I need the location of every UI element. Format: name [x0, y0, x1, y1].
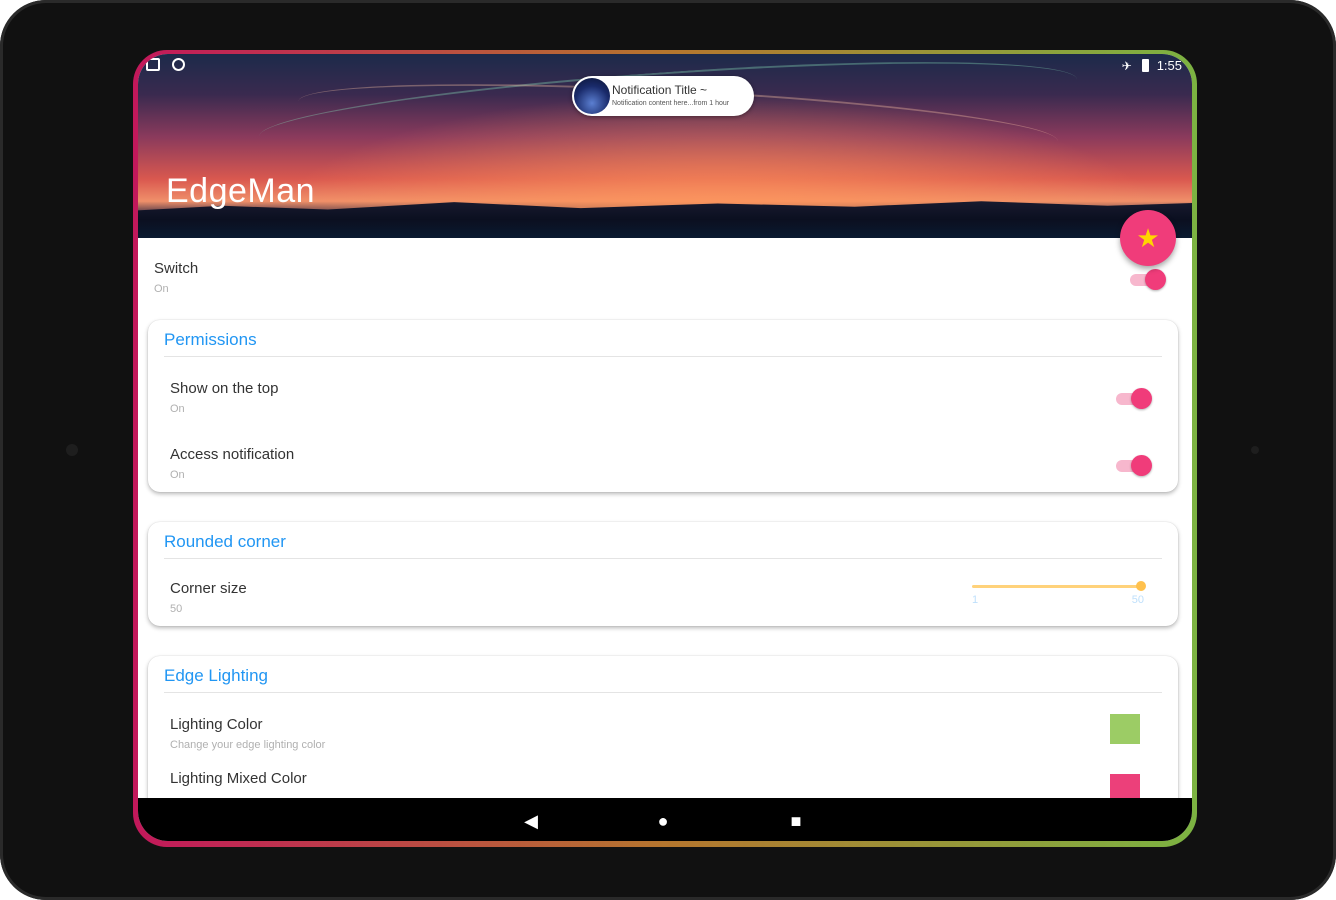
item-title: Access notification — [170, 446, 295, 463]
message-icon — [146, 58, 160, 71]
slider-min-label: 1 — [972, 594, 979, 606]
recents-button[interactable]: ■ — [785, 810, 807, 832]
settings-content: Switch On Permissions Show on the top On — [138, 238, 1192, 836]
toggle-thumb — [1131, 455, 1152, 476]
item-title: Lighting Color — [170, 716, 263, 733]
camera-sensor — [66, 444, 78, 456]
lighting-color-swatch[interactable] — [1110, 714, 1140, 744]
item-subtitle: Change your edge lighting color — [170, 739, 326, 751]
device-screen: EdgeMan ✈ 1:55 Notification Title ~ Noti… — [138, 54, 1192, 841]
back-icon: ◀ — [524, 811, 538, 831]
toggle-thumb — [1131, 388, 1152, 409]
edge-lighting-header: Edge Lighting — [164, 666, 268, 685]
show-on-top-row[interactable]: Show on the top On — [170, 380, 278, 415]
item-subtitle: On — [170, 469, 185, 481]
lighting-mixed-color-row[interactable]: Lighting Mixed Color — [170, 770, 307, 787]
rounded-corner-card: Rounded corner Corner size 50 1 50 — [148, 522, 1178, 626]
divider — [164, 356, 1162, 357]
item-title: Lighting Mixed Color — [170, 770, 307, 787]
home-button[interactable]: ● — [652, 810, 674, 832]
notification-avatar — [574, 78, 610, 114]
slider-knob[interactable] — [1136, 581, 1146, 591]
slider-max-label: 50 — [1131, 594, 1144, 606]
item-subtitle: 50 — [170, 603, 183, 615]
access-notification-row[interactable]: Access notification On — [170, 446, 294, 481]
airplane-icon: ✈ — [1121, 58, 1132, 73]
notification-body: Notification content here...from 1 hour — [612, 100, 730, 107]
home-icon: ● — [657, 811, 669, 831]
master-switch-toggle[interactable] — [1130, 269, 1166, 290]
rounded-corner-header: Rounded corner — [164, 532, 286, 551]
lighting-color-row[interactable]: Lighting Color Change your edge lighting… — [170, 716, 325, 751]
sync-icon — [172, 58, 185, 71]
permissions-card: Permissions Show on the top On Access no… — [148, 320, 1178, 492]
switch-title: Switch — [154, 260, 199, 277]
notification-title: Notification Title ~ — [612, 83, 708, 97]
access-notification-toggle[interactable] — [1116, 455, 1152, 476]
tablet-frame: EdgeMan ✈ 1:55 Notification Title ~ Noti… — [0, 0, 1336, 900]
back-button[interactable]: ◀ — [520, 810, 542, 832]
show-on-top-toggle[interactable] — [1116, 388, 1152, 409]
item-title: Show on the top — [170, 380, 279, 397]
slider-rail — [972, 585, 1140, 588]
divider — [164, 692, 1162, 693]
toggle-thumb — [1145, 269, 1166, 290]
switch-subtitle: On — [154, 283, 169, 295]
item-subtitle: On — [170, 403, 185, 415]
master-switch-row[interactable]: Switch On — [154, 260, 198, 295]
battery-icon — [1141, 59, 1149, 72]
app-title: EdgeMan — [166, 172, 316, 210]
recents-icon: ■ — [790, 811, 802, 831]
divider — [164, 558, 1162, 559]
navigation-bar: ◀ ● ■ — [138, 798, 1192, 841]
status-time: 1:55 — [1156, 58, 1182, 73]
status-bar: ✈ 1:55 — [138, 54, 1192, 78]
corner-size-slider[interactable]: 1 50 — [972, 578, 1146, 608]
corner-size-row: Corner size 50 — [170, 580, 247, 615]
light-sensor — [1251, 446, 1259, 454]
permissions-header: Permissions — [164, 330, 257, 349]
notification-preview[interactable]: Notification Title ~ Notification conten… — [572, 76, 754, 116]
star-favorite-button[interactable]: ★ — [1120, 210, 1176, 266]
star-icon: ★ — [1136, 223, 1160, 253]
item-title: Corner size — [170, 580, 247, 597]
